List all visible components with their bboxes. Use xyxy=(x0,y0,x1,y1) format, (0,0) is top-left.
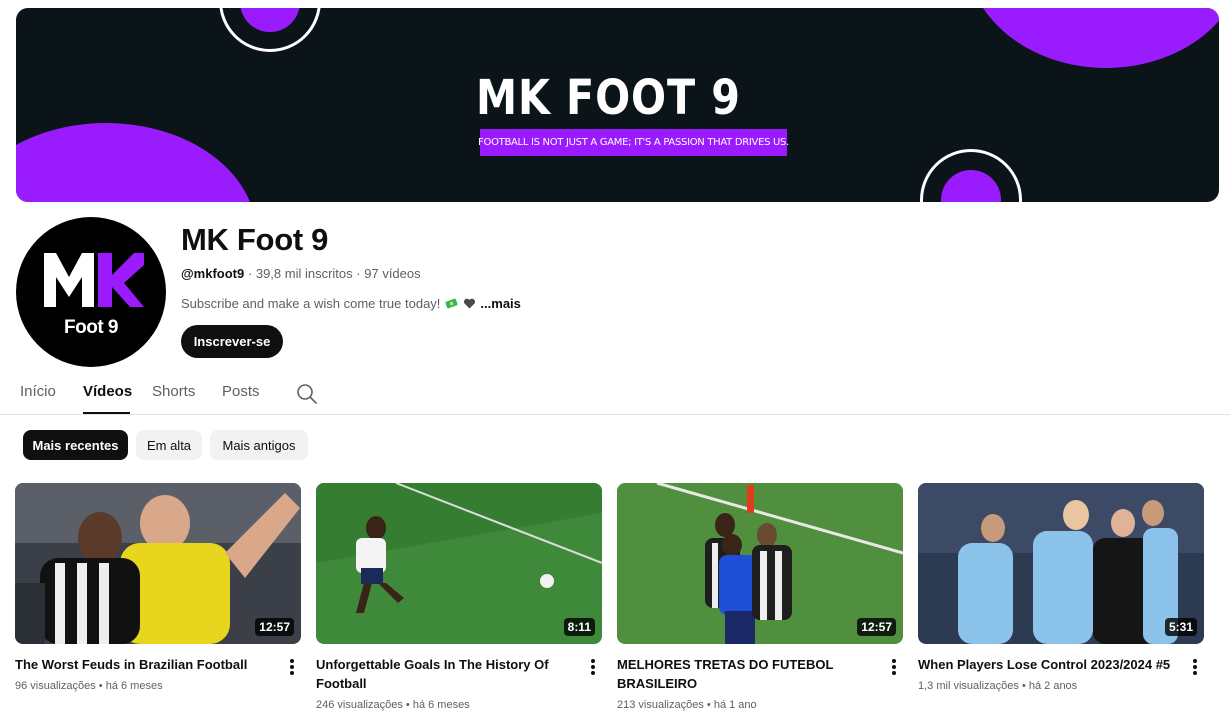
banner-tagline: FOOTBALL IS NOT JUST A GAME; IT'S A PASS… xyxy=(478,129,789,156)
video-meta-separator: • xyxy=(706,699,711,711)
video-views: 246 visualizações xyxy=(316,699,403,711)
tab-posts[interactable]: Posts xyxy=(222,383,260,400)
tab-shorts[interactable]: Shorts xyxy=(152,383,195,400)
chip-most-recent[interactable]: Mais recentes xyxy=(23,430,128,460)
chip-popular[interactable]: Em alta xyxy=(136,430,202,460)
video-meta-separator: • xyxy=(1021,680,1026,692)
subscriber-count: 39,8 mil inscritos xyxy=(255,266,353,281)
description-text: Subscribe and make a wish come true toda… xyxy=(181,296,441,311)
video-views: 96 visualizações xyxy=(15,680,96,692)
banner-blob-top-right xyxy=(966,8,1219,68)
video-meta: 246 visualizações • há 6 meses xyxy=(316,699,470,711)
meta-separator: · xyxy=(356,266,361,281)
channel-description[interactable]: Subscribe and make a wish come true toda… xyxy=(181,296,521,311)
meta-separator: · xyxy=(247,266,253,281)
video-title[interactable]: Unforgettable Goals In The History Of Fo… xyxy=(316,655,571,693)
video-age: há 6 meses xyxy=(412,699,470,711)
channel-avatar[interactable]: Foot 9 xyxy=(16,217,166,367)
channel-banner: MK FOOT 9 FOOTBALL IS NOT JUST A GAME; I… xyxy=(16,8,1219,202)
video-meta: 1,3 mil visualizações • há 2 anos xyxy=(918,680,1077,692)
video-title[interactable]: When Players Lose Control 2023/2024 #5 xyxy=(918,655,1173,674)
video-age: há 6 meses xyxy=(105,680,163,692)
thumbnail-image xyxy=(316,483,602,644)
video-duration: 12:57 xyxy=(255,618,294,636)
video-duration: 12:57 xyxy=(857,618,896,636)
video-title[interactable]: MELHORES TRETAS DO FUTEBOL BRASILEIRO xyxy=(617,655,872,693)
video-count: 97 vídeos xyxy=(364,266,421,281)
more-vert-icon[interactable] xyxy=(289,659,295,675)
video-thumbnail[interactable]: 12:57 xyxy=(15,483,301,644)
avatar-subtitle: Foot 9 xyxy=(64,317,119,338)
video-meta-separator: • xyxy=(405,699,410,711)
banner-blob-bottom-left xyxy=(16,123,256,202)
more-vert-icon[interactable] xyxy=(590,659,596,675)
thumbnail-image xyxy=(918,483,1204,644)
more-vert-icon[interactable] xyxy=(1192,659,1198,675)
channel-handle: @mkfoot9 xyxy=(181,266,245,281)
video-title[interactable]: The Worst Feuds in Brazilian Football xyxy=(15,655,270,674)
video-thumbnail[interactable]: 8:11 xyxy=(316,483,602,644)
chip-oldest[interactable]: Mais antigos xyxy=(210,430,308,460)
subscribe-button[interactable]: Inscrever-se xyxy=(181,325,283,358)
video-duration: 5:31 xyxy=(1164,618,1197,636)
active-tab-indicator xyxy=(83,412,130,414)
channel-tabs: Início Vídeos Shorts Posts xyxy=(0,370,1230,415)
video-thumbnail[interactable]: 12:57 xyxy=(617,483,903,644)
tab-videos[interactable]: Vídeos xyxy=(83,383,132,400)
more-vert-icon[interactable] xyxy=(891,659,897,675)
channel-meta: @mkfoot9 · 39,8 mil inscritos · 97 vídeo… xyxy=(181,266,421,281)
video-meta-separator: • xyxy=(98,680,103,692)
money-emoji-icon xyxy=(445,298,459,309)
video-meta: 96 visualizações • há 6 meses xyxy=(15,680,163,692)
tab-home[interactable]: Início xyxy=(20,383,56,400)
video-meta: 213 visualizações • há 1 ano xyxy=(617,699,757,711)
video-thumbnail[interactable]: 5:31 xyxy=(918,483,1204,644)
video-age: há 1 ano xyxy=(713,699,757,711)
avatar-mk-logo-icon xyxy=(44,253,144,307)
banner-title: MK FOOT 9 xyxy=(476,70,741,126)
video-age: há 2 anos xyxy=(1028,680,1078,692)
search-icon[interactable] xyxy=(296,383,318,405)
more-link[interactable]: ...mais xyxy=(480,296,520,311)
video-views: 1,3 mil visualizações xyxy=(918,680,1019,692)
banner-logo: MK FOOT 9 xyxy=(474,68,774,128)
video-views: 213 visualizações xyxy=(617,699,704,711)
channel-name: MK Foot 9 xyxy=(181,222,329,257)
heart-emoji-icon xyxy=(464,298,476,309)
video-duration: 8:11 xyxy=(563,618,595,636)
